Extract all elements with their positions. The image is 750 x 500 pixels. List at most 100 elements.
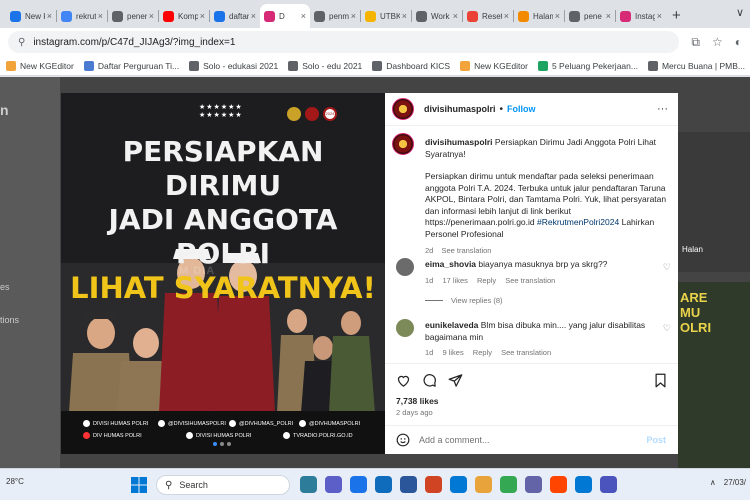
- view-replies-link[interactable]: View replies (8): [425, 296, 503, 305]
- windows-start-icon[interactable]: [131, 477, 147, 493]
- see-translation-link[interactable]: See translation: [501, 348, 551, 357]
- address-bar[interactable]: ⚲ instagram.com/p/C47d_JIJAg3/?img_index…: [8, 31, 680, 53]
- close-tab-icon[interactable]: ×: [504, 11, 509, 21]
- browser-tab[interactable]: D ×: [260, 4, 310, 28]
- caption-avatar[interactable]: [392, 133, 414, 155]
- browser-tab[interactable]: rekrut ×: [57, 4, 107, 28]
- browser-tab[interactable]: Halam×: [514, 4, 564, 28]
- close-tab-icon[interactable]: ×: [402, 11, 407, 21]
- reply-button[interactable]: Reply: [473, 348, 492, 357]
- comment-username[interactable]: eima_shovia: [425, 259, 476, 269]
- browser-tab[interactable]: pener ×: [108, 4, 158, 28]
- browser-tab[interactable]: daftar ×: [210, 4, 260, 28]
- close-tab-icon[interactable]: ×: [606, 11, 611, 21]
- taskbar-app-icon[interactable]: [575, 476, 592, 493]
- follow-button[interactable]: Follow: [507, 104, 536, 114]
- bookmark-item[interactable]: Dashboard KICS: [372, 60, 450, 71]
- browser-tab[interactable]: pene ×: [565, 4, 615, 28]
- comment-likes[interactable]: 17 likes: [442, 276, 467, 285]
- close-tab-icon[interactable]: ×: [301, 11, 306, 21]
- close-tab-icon[interactable]: ×: [47, 11, 52, 21]
- bookmark-item[interactable]: Solo - edu 2021: [288, 60, 362, 71]
- site-info-icon[interactable]: ⚲: [18, 37, 25, 48]
- weather-widget[interactable]: 28°C: [6, 477, 24, 486]
- tribrata-logo-icon: [305, 107, 319, 121]
- taskbar-app-icon[interactable]: [500, 476, 517, 493]
- like-comment-icon[interactable]: ♡: [663, 323, 671, 334]
- post-image[interactable]: ★★★★★★ ★★★★★★ 2024 PERSIAPKAN DIRIMU JADI…: [61, 93, 385, 454]
- profile-icon[interactable]: ◐: [735, 35, 742, 50]
- reply-button[interactable]: Reply: [477, 276, 496, 285]
- caption-hashtag[interactable]: #RekrutmenPolri2024: [537, 217, 619, 227]
- add-comment-bar: Add a comment... Post: [385, 425, 678, 454]
- add-comment-input[interactable]: Add a comment...: [419, 435, 646, 445]
- browser-tab[interactable]: New K×: [6, 4, 56, 28]
- comment-username[interactable]: eunikelaveda: [425, 320, 478, 330]
- tray-chevron-icon[interactable]: ∧: [710, 478, 716, 487]
- close-tab-icon[interactable]: ×: [200, 11, 205, 21]
- bookmark-item[interactable]: 5 Peluang Pekerjaan...: [537, 60, 638, 71]
- commenter-avatar[interactable]: [396, 319, 414, 337]
- bookmark-item[interactable]: New KGEditor: [6, 60, 74, 71]
- browser-tab[interactable]: penm ×: [310, 4, 360, 28]
- taskbar-search[interactable]: ⚲ Search: [156, 475, 290, 495]
- bg-text: MU: [680, 305, 701, 320]
- bookmark-item[interactable]: Daftar Perguruan Ti...: [83, 60, 179, 71]
- taskbar-app-icon[interactable]: [525, 476, 542, 493]
- taskbar: 28°C ⚲ Search ∧ 27/03/: [0, 468, 750, 500]
- bookmark-item[interactable]: Mercu Buana | PMB...: [647, 60, 745, 71]
- close-tab-icon[interactable]: ×: [555, 11, 560, 21]
- close-tab-icon[interactable]: ×: [351, 11, 356, 21]
- taskbar-app-icon[interactable]: [300, 476, 317, 493]
- close-tab-icon[interactable]: ×: [657, 11, 662, 21]
- window-controls[interactable]: ∨: [736, 6, 744, 19]
- close-tab-icon[interactable]: ×: [149, 11, 154, 21]
- new-tab-button[interactable]: +: [672, 7, 681, 24]
- bookmark-item[interactable]: Solo - edukasi 2021: [189, 60, 278, 71]
- tab-title: penm: [329, 11, 349, 21]
- taskbar-app-icon[interactable]: [400, 476, 417, 493]
- bookmark-star-icon[interactable]: ☆: [712, 35, 723, 50]
- tab-title: Work: [431, 11, 450, 21]
- taskbar-app-icon[interactable]: [450, 476, 467, 493]
- see-translation-link[interactable]: See translation: [441, 246, 491, 255]
- like-comment-icon[interactable]: ♡: [663, 262, 671, 273]
- google-icon: [61, 10, 72, 22]
- clock[interactable]: 27/03/: [724, 478, 746, 487]
- taskbar-app-icon[interactable]: [475, 476, 492, 493]
- browser-tab[interactable]: UTBK ×: [361, 4, 411, 28]
- search-label: Search: [179, 480, 208, 490]
- comment-likes[interactable]: 9 likes: [442, 348, 463, 357]
- bookmark-item[interactable]: New KGEditor: [460, 60, 528, 71]
- browser-tab[interactable]: Instag ×: [616, 4, 666, 28]
- caption-meta: 2d See translation: [425, 245, 670, 257]
- taskbar-app-icon[interactable]: [325, 476, 342, 493]
- close-tab-icon[interactable]: ×: [98, 11, 103, 21]
- like-count[interactable]: 7,738 likes: [396, 396, 439, 406]
- comment-icon[interactable]: [422, 373, 437, 388]
- footer-youtube-2: DIVISI HUMAS POLRI: [186, 432, 251, 439]
- taskbar-app-icon[interactable]: [350, 476, 367, 493]
- browser-tab[interactable]: Komp ×: [159, 4, 209, 28]
- heart-icon[interactable]: [396, 373, 411, 388]
- see-translation-link[interactable]: See translation: [505, 276, 555, 285]
- taskbar-app-icon[interactable]: [425, 476, 442, 493]
- commenter-avatar[interactable]: [396, 258, 414, 276]
- emoji-icon[interactable]: [396, 433, 410, 447]
- install-app-icon[interactable]: ⧉: [691, 35, 700, 50]
- browser-tab[interactable]: Work ×: [412, 4, 462, 28]
- post-comment-button[interactable]: Post: [646, 435, 666, 445]
- save-icon[interactable]: [653, 373, 668, 388]
- taskbar-app-icon[interactable]: [550, 476, 567, 493]
- share-icon[interactable]: [448, 373, 463, 388]
- caption-username[interactable]: divisihumaspolri: [425, 137, 493, 147]
- institution-logos: 2024: [287, 107, 337, 121]
- author-username[interactable]: divisihumaspolri: [424, 104, 496, 114]
- close-tab-icon[interactable]: ×: [453, 11, 458, 21]
- author-avatar[interactable]: [392, 98, 414, 120]
- taskbar-app-icon[interactable]: [375, 476, 392, 493]
- browser-tab[interactable]: Reset ×: [463, 4, 513, 28]
- more-options-icon[interactable]: ···: [657, 103, 668, 115]
- taskbar-app-icon[interactable]: [600, 476, 617, 493]
- close-tab-icon[interactable]: ×: [251, 11, 256, 21]
